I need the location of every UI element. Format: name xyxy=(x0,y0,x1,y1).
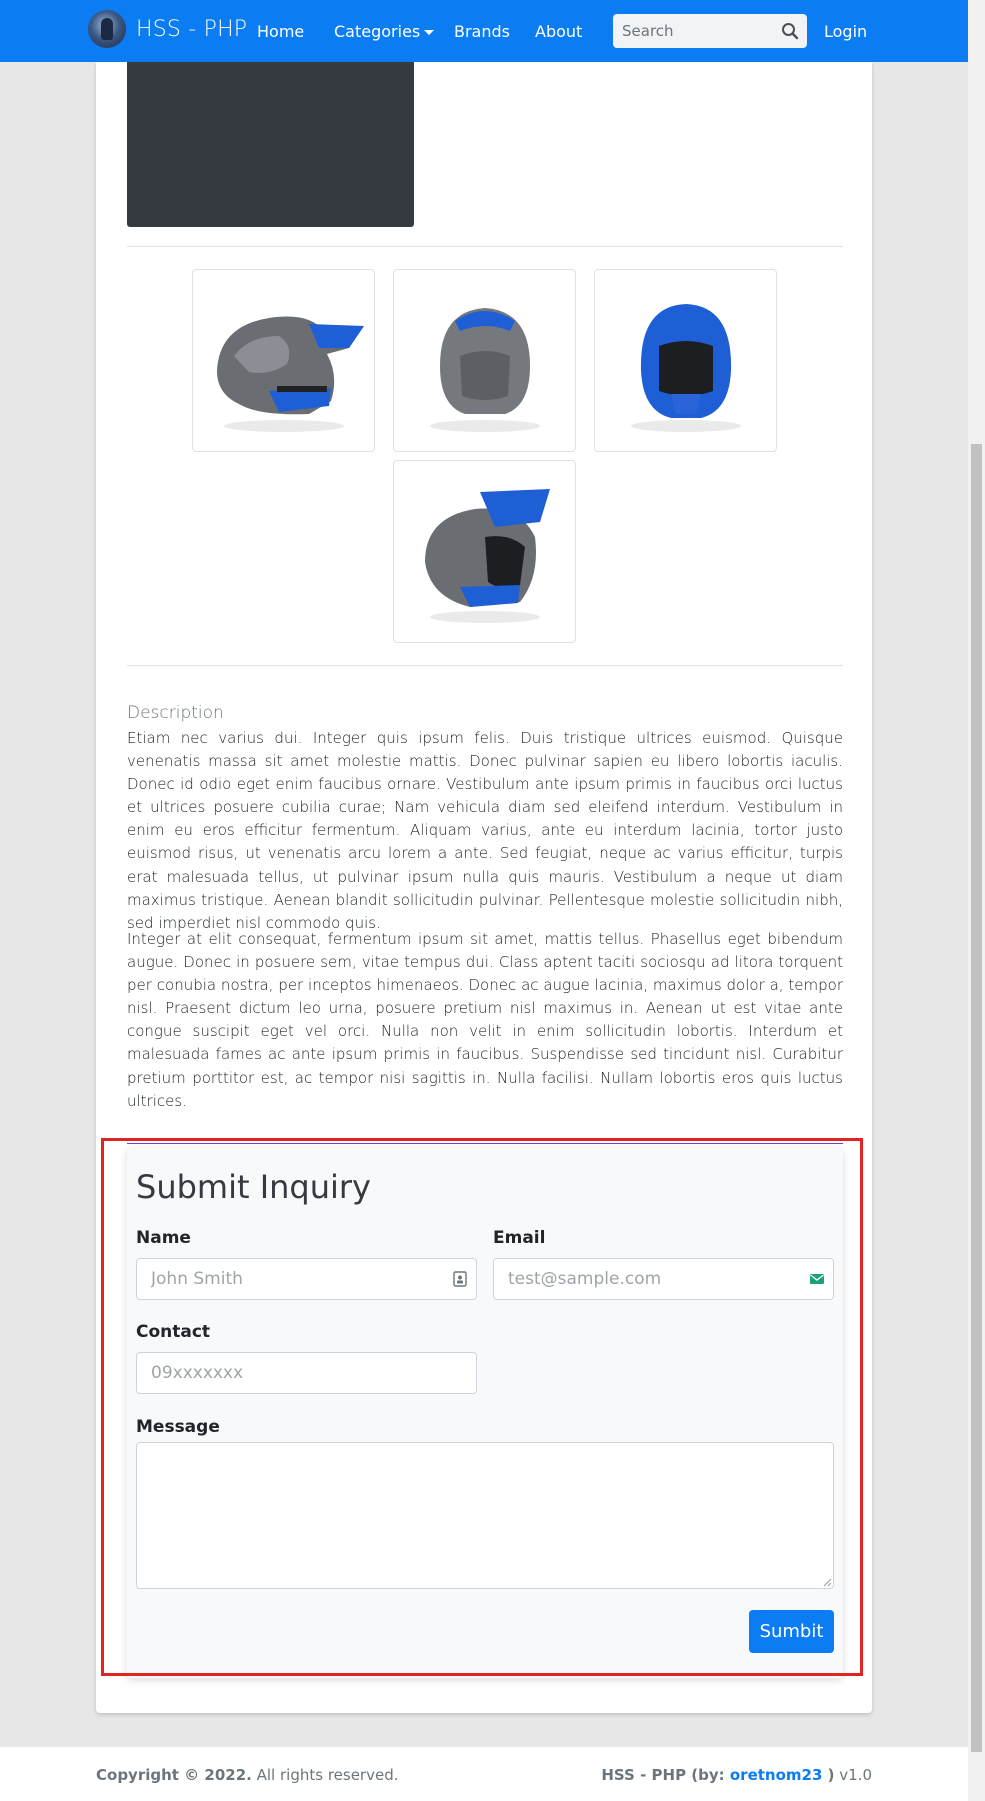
product-thumbnail-2[interactable] xyxy=(393,269,576,452)
credit-suffix: ) xyxy=(822,1766,835,1784)
helmet-side-image xyxy=(216,316,364,432)
brand-link[interactable]: HSS - PHP xyxy=(88,10,247,48)
contact-card-icon xyxy=(453,1271,467,1287)
page-footer: Copyright © 2022. All rights reserved. H… xyxy=(0,1747,968,1801)
footer-copyright: Copyright © 2022. All rights reserved. xyxy=(96,1766,399,1784)
helmet-angle-image xyxy=(424,488,550,623)
contact-label: Contact xyxy=(136,1322,211,1342)
product-media-viewer[interactable] xyxy=(127,62,414,227)
footer-credit: HSS - PHP (by: oretnom23 ) v1.0 xyxy=(601,1766,872,1784)
brand-name: HSS - PHP xyxy=(136,16,248,42)
email-input[interactable] xyxy=(493,1258,834,1300)
helmet-front-image xyxy=(630,303,741,432)
nav-brands-link[interactable]: Brands xyxy=(454,22,510,41)
copyright-year: Copyright © 2022. xyxy=(96,1766,252,1784)
top-navbar: HSS - PHP Home Categories Brands About L… xyxy=(0,0,968,62)
search-input[interactable] xyxy=(613,15,773,47)
divider xyxy=(127,665,843,666)
resize-grip-icon[interactable] xyxy=(822,1577,832,1587)
product-thumbnail-1[interactable] xyxy=(192,269,375,452)
message-textarea[interactable] xyxy=(136,1442,834,1589)
helmet-back-image xyxy=(429,307,540,432)
vertical-scrollbar[interactable] xyxy=(968,0,985,1801)
caret-down-icon xyxy=(424,30,435,35)
credit-prefix: HSS - PHP (by: xyxy=(601,1766,730,1784)
author-link[interactable]: oretnom23 xyxy=(730,1766,823,1784)
name-label: Name xyxy=(136,1228,191,1248)
name-input[interactable] xyxy=(136,1258,477,1300)
product-card: Description Etiam nec varius dui. Intege… xyxy=(96,62,872,1713)
nav-about-link[interactable]: About xyxy=(535,22,582,41)
nav-home-link[interactable]: Home xyxy=(257,22,304,41)
nav-categories-dropdown[interactable]: Categories xyxy=(334,22,435,41)
email-label: Email xyxy=(493,1228,546,1248)
inquiry-divider xyxy=(127,1143,843,1144)
brand-logo-icon xyxy=(88,10,126,48)
scrollbar-thumb[interactable] xyxy=(971,444,982,1752)
version-text: v1.0 xyxy=(834,1766,872,1784)
copyright-rights: All rights reserved. xyxy=(251,1766,399,1784)
product-thumbnail-4[interactable] xyxy=(393,460,576,643)
description-paragraph-2: Integer at elit consequat, fermentum ips… xyxy=(127,930,843,1110)
nav-login-link[interactable]: Login xyxy=(824,22,867,41)
inquiry-form: Submit Inquiry Name Email Contact Messag… xyxy=(127,1148,843,1678)
search-icon[interactable] xyxy=(781,22,799,40)
message-label: Message xyxy=(136,1417,220,1437)
inquiry-title: Submit Inquiry xyxy=(136,1168,371,1206)
description-paragraph-1: Etiam nec varius dui. Integer quis ipsum… xyxy=(127,729,843,932)
search-box xyxy=(613,14,807,48)
description-heading: Description xyxy=(127,703,224,723)
nav-categories-label: Categories xyxy=(334,22,421,41)
product-thumbnail-3[interactable] xyxy=(594,269,777,452)
submit-button[interactable]: Sumbit xyxy=(749,1610,834,1653)
email-icon xyxy=(810,1274,824,1284)
divider xyxy=(127,246,843,247)
contact-input[interactable] xyxy=(136,1352,477,1394)
